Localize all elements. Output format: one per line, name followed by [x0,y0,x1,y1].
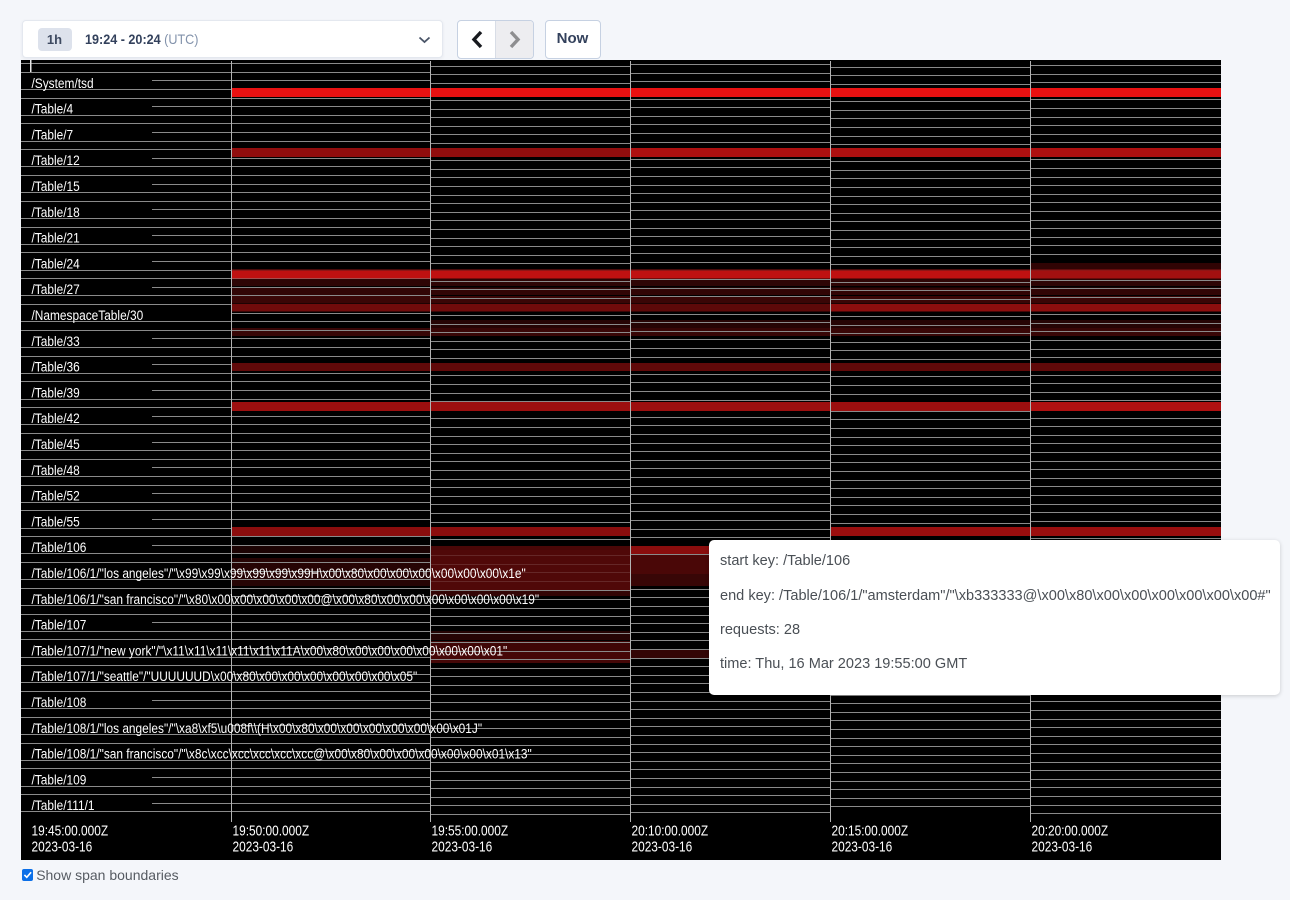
svg-text:2023-03-16: 2023-03-16 [1032,838,1093,854]
svg-text:/Table/15: /Table/15 [31,178,79,194]
svg-text:/Table/48: /Table/48 [31,462,79,478]
svg-text:/System/tsd: /System/tsd [31,75,93,91]
svg-text:/Table/24: /Table/24 [31,255,79,271]
svg-text:/Table/108/1/"san francisco"/": /Table/108/1/"san francisco"/"\x8c\xcc\x… [31,746,532,762]
svg-text:/Table/111/1: /Table/111/1 [31,797,94,813]
svg-text:2023-03-16: 2023-03-16 [631,838,692,854]
svg-text:/NamespaceTable/30: /NamespaceTable/30 [31,307,143,323]
svg-text:/Table/18: /Table/18 [31,204,79,220]
svg-text:/Table/107/1/"new york"/"\x11\: /Table/107/1/"new york"/"\x11\x11\x11\x1… [31,642,507,658]
svg-text:19:50:00.000Z: 19:50:00.000Z [233,822,310,838]
svg-text:2023-03-16: 2023-03-16 [831,838,892,854]
svg-text:/Table/39: /Table/39 [31,384,79,400]
svg-text:2023-03-16: 2023-03-16 [233,838,294,854]
svg-text:/Table/109: /Table/109 [31,771,86,787]
svg-text:/Table/55: /Table/55 [31,513,79,529]
svg-text:19:55:00.000Z: 19:55:00.000Z [432,822,509,838]
svg-text:20:10:00.000Z: 20:10:00.000Z [631,822,708,838]
svg-text:/Table/106: /Table/106 [31,539,86,555]
svg-text:20:15:00.000Z: 20:15:00.000Z [831,822,908,838]
svg-text:/Table/108: /Table/108 [31,694,86,710]
svg-text:/Table/107: /Table/107 [31,617,86,633]
svg-text:/Table/33: /Table/33 [31,333,79,349]
svg-text:2023-03-16: 2023-03-16 [31,838,92,854]
svg-text:/Table/12: /Table/12 [31,152,79,168]
svg-text:/Table/7: /Table/7 [31,126,73,142]
svg-text:20:20:00.000Z: 20:20:00.000Z [1032,822,1109,838]
svg-text:/Table/107/1/"seattle"/"UUUUUU: /Table/107/1/"seattle"/"UUUUUUD\x00\x80\… [31,668,417,684]
svg-text:/Table/36: /Table/36 [31,359,79,375]
svg-text:2023-03-16: 2023-03-16 [432,838,493,854]
svg-text:/Table/45: /Table/45 [31,436,79,452]
svg-text:/Table/106/1/"los angeles"/"\x: /Table/106/1/"los angeles"/"\x99\x99\x99… [31,565,526,581]
svg-text:/Table/108/1/"los angeles"/"\x: /Table/108/1/"los angeles"/"\xa8\xf5\u00… [31,720,482,736]
svg-text:/Table/106/1/"san francisco"/": /Table/106/1/"san francisco"/"\x80\x00\x… [31,591,539,607]
svg-text:/Table/42: /Table/42 [31,410,79,426]
svg-text:/Table/27: /Table/27 [31,281,79,297]
svg-text:/Table/52: /Table/52 [31,488,79,504]
svg-text:/Table/21: /Table/21 [31,230,79,246]
svg-text:/Table/4: /Table/4 [31,101,73,117]
svg-text:19:45:00.000Z: 19:45:00.000Z [31,822,108,838]
